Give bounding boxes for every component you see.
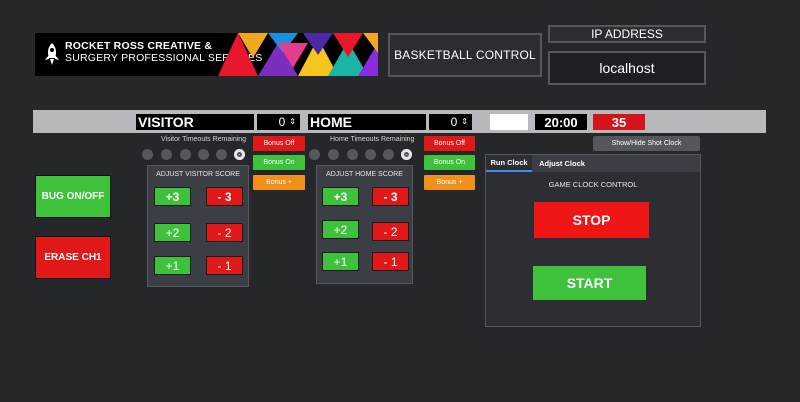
shot-clock: 35 — [593, 114, 645, 130]
visitor-bonus-plus-button[interactable]: Bonus + — [253, 175, 305, 190]
tab-adjust-clock[interactable]: Adjust Clock — [533, 155, 591, 172]
visitor-timeout-radio-3[interactable] — [180, 149, 191, 160]
visitor-timeout-radio-2[interactable] — [161, 149, 172, 160]
home-minus1-button[interactable]: - 1 — [372, 252, 409, 271]
start-button[interactable]: START — [533, 266, 646, 300]
visitor-timeout-radio-1[interactable] — [142, 149, 153, 160]
visitor-timeout-radio-6[interactable] — [234, 149, 245, 160]
home-score-spinner-icon[interactable]: ⇕ — [461, 118, 468, 126]
visitor-score-input[interactable]: 0 ⇕ — [257, 114, 300, 130]
adjust-visitor-score-title: ADJUST VISITOR SCORE — [156, 171, 240, 178]
visitor-timeouts-label: Visitor Timeouts Remaining — [161, 136, 247, 143]
visitor-score-spinner-icon[interactable]: ⇕ — [289, 118, 296, 126]
home-score-value: 0 — [450, 115, 458, 129]
visitor-minus3-button[interactable]: - 3 — [206, 187, 243, 206]
home-bonus-on-button[interactable]: Bonus On — [424, 155, 475, 170]
adjust-home-score-title: ADJUST HOME SCORE — [326, 171, 403, 178]
home-timeout-radio-5[interactable] — [383, 149, 394, 160]
stop-button[interactable]: STOP — [534, 202, 649, 238]
visitor-plus1-button[interactable]: +1 — [154, 256, 191, 275]
visitor-bonus-on-button[interactable]: Bonus On — [253, 155, 305, 170]
visitor-timeout-radio-5[interactable] — [216, 149, 227, 160]
home-minus2-button[interactable]: - 2 — [372, 222, 409, 241]
home-bonus-plus-button[interactable]: Bonus + — [424, 175, 475, 190]
visitor-bonus-off-button[interactable]: Bonus Off — [253, 136, 305, 151]
logo-pattern — [218, 33, 378, 76]
home-score-input[interactable]: 0 ⇕ — [429, 114, 472, 130]
possession-indicator — [490, 114, 528, 130]
home-timeout-radio-4[interactable] — [365, 149, 376, 160]
visitor-plus2-button[interactable]: +2 — [154, 223, 191, 242]
home-minus3-button[interactable]: - 3 — [372, 187, 409, 206]
erase-ch1-button[interactable]: ERASE CH1 — [35, 236, 111, 279]
home-plus2-button[interactable]: +2 — [322, 220, 359, 239]
home-timeouts-label: Home Timeouts Remaining — [330, 136, 415, 143]
tab-run-clock[interactable]: Run Clock — [486, 155, 532, 172]
home-timeout-radio-1[interactable] — [309, 149, 320, 160]
home-timeout-radio-3[interactable] — [347, 149, 358, 160]
visitor-plus3-button[interactable]: +3 — [154, 187, 191, 206]
game-clock-control-label: GAME CLOCK CONTROL — [548, 180, 638, 189]
logo-rocket-text: ROCKET — [65, 40, 111, 52]
visitor-minus1-button[interactable]: - 1 — [206, 256, 243, 275]
bug-on-off-button[interactable]: BUG ON/OFF — [35, 175, 111, 218]
visitor-minus2-button[interactable]: - 2 — [206, 223, 243, 242]
logo-surgery-text: SURGERY — [65, 52, 118, 64]
ip-address-value: localhost — [548, 51, 706, 85]
logo-ross-text: ROSS CREATIVE & — [113, 40, 213, 52]
home-timeout-radio-6[interactable] — [401, 149, 412, 160]
home-timeout-radio-2[interactable] — [328, 149, 339, 160]
visitor-timeout-radio-4[interactable] — [198, 149, 209, 160]
rocket-icon — [45, 43, 59, 65]
home-name: HOME — [308, 114, 426, 130]
home-plus1-button[interactable]: +1 — [322, 252, 359, 271]
visitor-name: VISITOR — [136, 114, 254, 130]
logo-banner: ROCKET ROSS CREATIVE & SURGERY PROFESSIO… — [35, 33, 378, 76]
home-bonus-off-button[interactable]: Bonus Off — [424, 136, 475, 151]
ip-address-label: IP ADDRESS — [548, 25, 706, 43]
home-plus3-button[interactable]: +3 — [322, 187, 359, 206]
show-hide-shot-clock-button[interactable]: Show/Hide Shot Clock — [593, 136, 700, 151]
game-clock: 20:00 — [535, 114, 587, 130]
app-title: BASKETBALL CONTROL — [388, 33, 542, 77]
visitor-score-value: 0 — [278, 115, 286, 129]
